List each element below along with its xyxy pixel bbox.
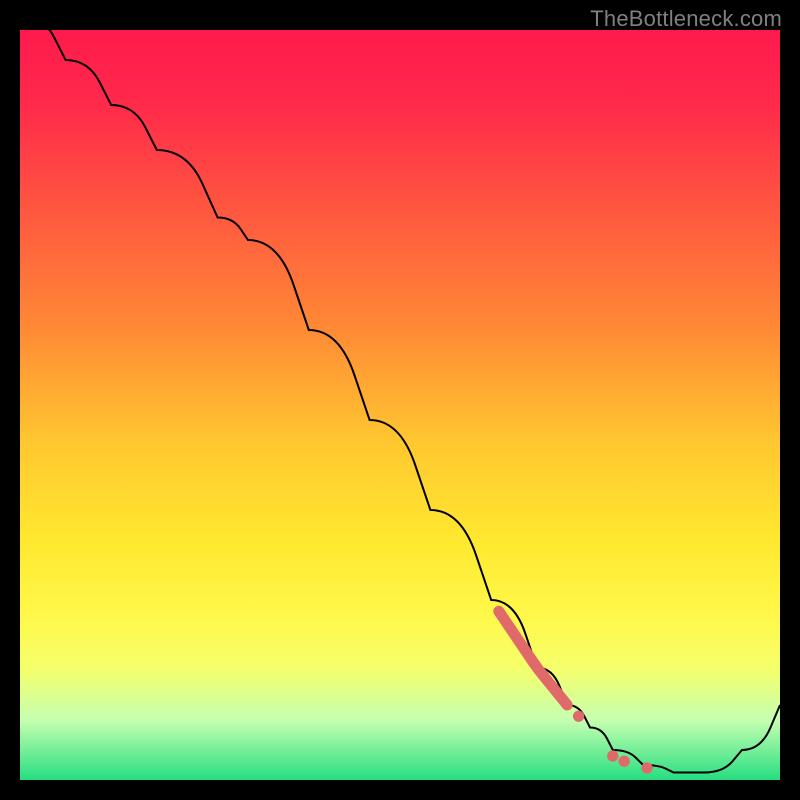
bottleneck-curve [20,30,780,773]
highlight-dot [607,750,618,761]
plot-area [20,30,780,780]
highlight-dot [619,756,630,767]
chart-frame: TheBottleneck.com [0,0,800,800]
attribution-text: TheBottleneck.com [590,6,782,32]
highlight-thick-segment [499,611,567,705]
highlight-dot [573,711,584,722]
chart-svg [20,30,780,780]
highlight-markers [499,611,653,773]
highlight-dot [641,762,652,773]
